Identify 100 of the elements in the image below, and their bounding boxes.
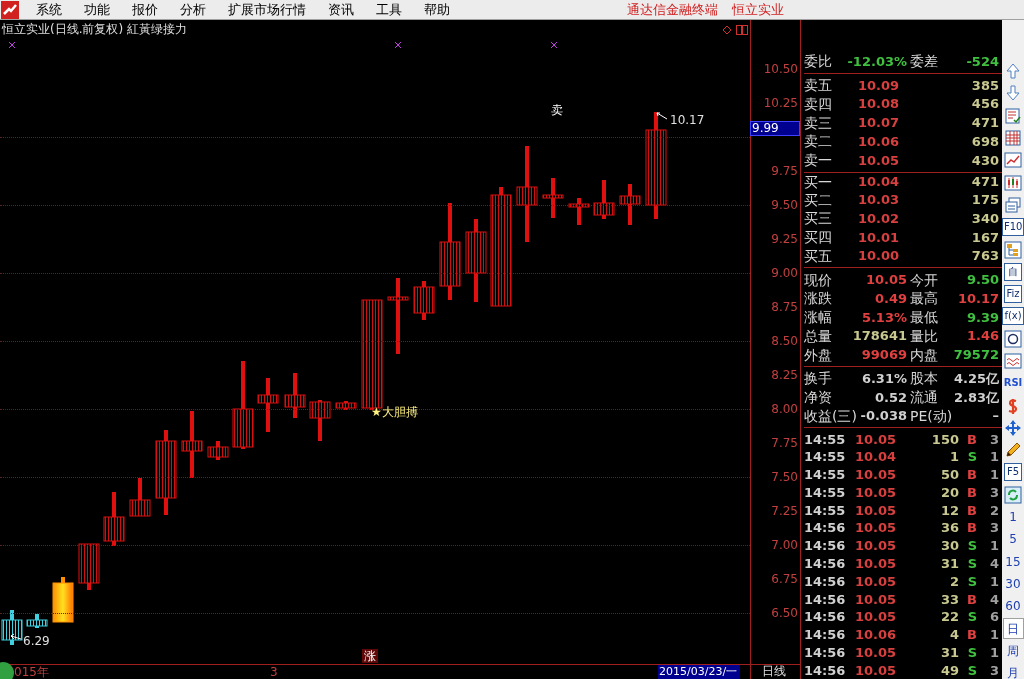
high-price-label: 10.17	[670, 114, 705, 126]
trade-time: 14:56	[804, 628, 844, 642]
candlestick	[103, 492, 125, 546]
menu-item[interactable]: 帮助	[415, 3, 459, 16]
candlestick	[593, 180, 615, 219]
trade-side: B	[966, 628, 977, 642]
order-price: 10.05	[856, 153, 899, 167]
menu-item[interactable]: 扩展市场行情	[219, 3, 315, 16]
date-marker: 2015/03/23/一	[658, 665, 740, 679]
quote-value: 10.05	[865, 273, 907, 287]
candlestick	[413, 281, 435, 320]
order-price: 10.00	[856, 249, 899, 263]
trade-side: B	[966, 485, 977, 499]
order-volume: 340	[970, 211, 999, 225]
price-axis-label: 7.25	[770, 505, 798, 517]
pencil-icon[interactable]	[1004, 441, 1022, 460]
quote-label: 涨幅	[804, 310, 832, 325]
period-button[interactable]: 5	[1002, 528, 1024, 550]
toolbar-button[interactable]: f(x)	[1002, 307, 1024, 326]
toolbar-button[interactable]: F10	[1002, 218, 1024, 237]
period-button[interactable]: 周	[1002, 640, 1024, 662]
price-axis-label: 7.50	[770, 471, 798, 483]
chart-title: 恒立实业(日线.前复权) 紅黃绿接力	[2, 23, 187, 35]
menu-item[interactable]: 资讯	[319, 3, 363, 16]
toolbar-button[interactable]: Fiz	[1004, 285, 1022, 304]
quote-label: 委比	[804, 54, 832, 69]
quote-label: PE(动)	[910, 408, 953, 423]
candlestick	[78, 543, 100, 590]
trade-price: 10.05	[853, 574, 896, 588]
order-volume: 698	[970, 134, 999, 148]
quote-label: 外盘	[804, 347, 832, 362]
trade-count: 3	[988, 485, 999, 499]
cross-marker-icon	[9, 42, 15, 48]
trade-time: 14:56	[804, 610, 844, 624]
trade-price: 10.04	[853, 450, 896, 464]
table-icon[interactable]	[1004, 129, 1022, 148]
windows-icon[interactable]	[1004, 195, 1022, 214]
trade-volume: 20	[939, 485, 959, 499]
order-level-label: 卖一	[804, 153, 833, 168]
line-chart-icon[interactable]	[1004, 151, 1022, 170]
quote-value: 4.25亿	[953, 371, 999, 385]
trade-count: 2	[988, 503, 999, 517]
window-layout-icon[interactable]	[736, 25, 748, 35]
period-button[interactable]: 60	[1002, 595, 1024, 617]
year-axis-label: 015年	[14, 666, 49, 678]
quote-label: 内盘	[910, 347, 938, 362]
wave-chart-icon[interactable]	[1004, 352, 1022, 370]
order-volume: 471	[970, 116, 999, 130]
quote-value: 9.39	[966, 310, 999, 324]
quote-value: 0.52	[874, 390, 907, 404]
trade-time: 14:56	[804, 539, 844, 553]
cross-marker-icon	[395, 42, 401, 48]
menu-item[interactable]: 分析	[171, 3, 215, 16]
quote-value: 1.46	[966, 329, 999, 343]
toolbar-button[interactable]: RSI	[1003, 378, 1023, 389]
period-button[interactable]: 1	[1002, 506, 1024, 528]
trade-time: 14:55	[804, 485, 844, 499]
app-logo-icon[interactable]	[1, 0, 19, 19]
order-level-label: 买三	[804, 211, 833, 226]
candlestick-icon[interactable]	[1004, 173, 1022, 192]
menu-item[interactable]: 工具	[367, 3, 411, 16]
candlestick	[335, 401, 357, 410]
tree-icon[interactable]	[1004, 240, 1022, 259]
order-price: 10.02	[856, 211, 899, 225]
trade-time: 14:56	[804, 521, 844, 535]
up-arrow-icon[interactable]	[1004, 62, 1022, 81]
period-button[interactable]: 月	[1002, 662, 1024, 679]
down-arrow-icon[interactable]	[1004, 84, 1022, 103]
candlestick	[284, 373, 306, 418]
period-button[interactable]: 30	[1002, 573, 1024, 595]
rise-signal: 涨	[362, 649, 378, 663]
trade-volume: 31	[939, 645, 959, 659]
quote-value: 10.17	[957, 291, 999, 305]
refresh-icon[interactable]	[1004, 485, 1022, 504]
trade-count: 1	[988, 539, 999, 553]
price-axis-label: 9.50	[770, 199, 798, 211]
trade-time: 14:55	[804, 450, 844, 464]
order-volume: 430	[970, 153, 999, 167]
candlestick	[52, 577, 74, 623]
order-price: 10.01	[856, 230, 899, 244]
pointer-arrow-icon	[656, 112, 668, 120]
diamond-icon[interactable]	[722, 25, 732, 35]
trade-volume: 31	[939, 557, 959, 570]
period-button[interactable]: 日	[1002, 618, 1024, 640]
menu-item[interactable]: 报价	[123, 3, 167, 16]
checklist-icon[interactable]	[1004, 106, 1022, 125]
order-price: 10.09	[856, 78, 899, 92]
toolbar-button[interactable]: F5	[1004, 463, 1022, 482]
quote-value: -0.038	[860, 409, 907, 423]
candlestick	[619, 184, 641, 225]
toolbar-button[interactable]: 自	[1004, 262, 1022, 281]
period-button[interactable]: 15	[1002, 551, 1024, 573]
menu-item[interactable]: 系统	[27, 3, 71, 16]
move-icon[interactable]	[1004, 418, 1022, 437]
trade-price: 10.05	[853, 468, 896, 482]
quote-value: -524	[966, 54, 999, 68]
quote-label: 净资	[804, 390, 832, 405]
trade-time: 14:56	[804, 574, 844, 588]
menu-item[interactable]: 功能	[75, 3, 119, 16]
trade-count: 4	[988, 557, 999, 570]
